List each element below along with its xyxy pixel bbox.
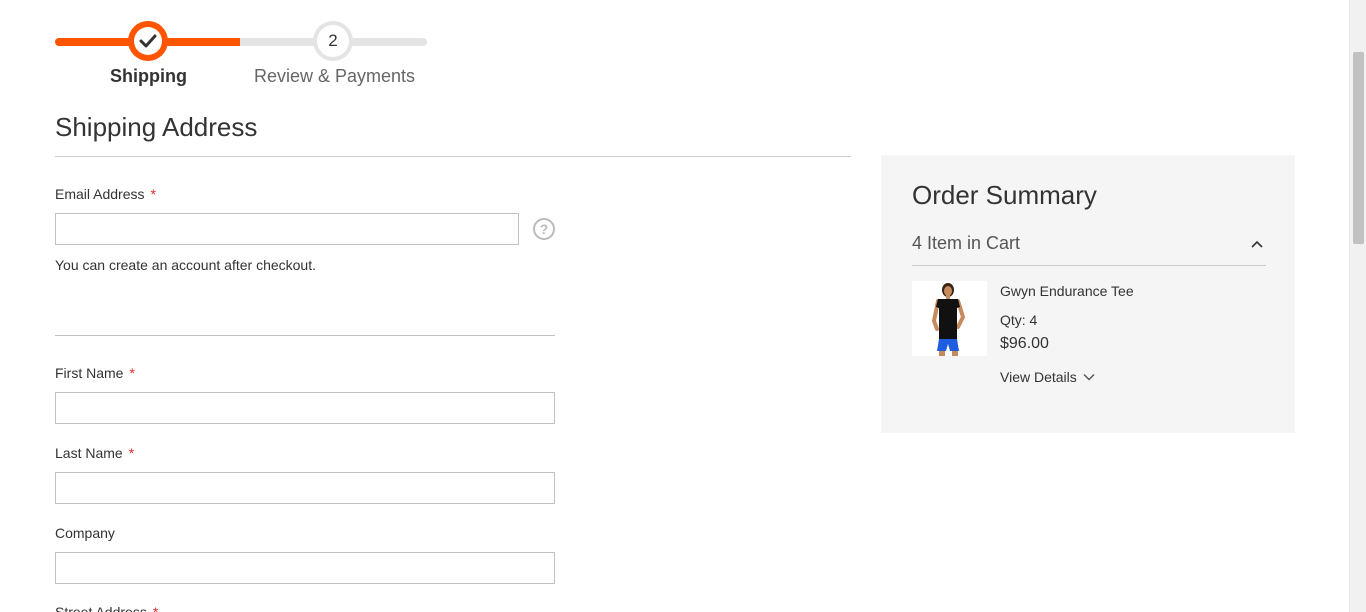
view-details-label: View Details — [1000, 369, 1077, 385]
question-circle-icon[interactable]: ? — [533, 218, 555, 240]
title-divider — [55, 156, 851, 157]
chevron-down-icon — [1083, 374, 1095, 381]
company-field[interactable] — [55, 552, 555, 584]
product-qty: Qty: 4 — [1000, 312, 1038, 328]
step-2-marker: 2 — [313, 21, 353, 61]
product-price: $96.00 — [1000, 335, 1049, 352]
checkout-progress-bar: 2 Shipping Review & Payments — [55, 18, 427, 90]
page-scrollbar[interactable] — [1349, 0, 1366, 612]
company-label: Company — [55, 525, 115, 541]
checkmark-icon — [139, 34, 157, 48]
step-shipping-label[interactable]: Shipping — [110, 66, 187, 87]
last-name-field[interactable] — [55, 472, 555, 504]
last-name-label: Last Name * — [55, 445, 135, 461]
step-review-payments-label: Review & Payments — [254, 66, 416, 86]
product-thumbnail — [912, 281, 987, 356]
email-note: You can create an account after checkout… — [55, 257, 316, 273]
step-2-number: 2 — [317, 25, 349, 57]
first-name-field[interactable] — [55, 392, 555, 424]
scrollbar-thumb[interactable] — [1353, 52, 1364, 244]
order-summary-panel: Order Summary 4 Item in Cart Gwyn Endura… — [881, 155, 1295, 433]
cart-items-toggle[interactable]: 4 Item in Cart — [912, 233, 1266, 266]
cart-count: 4 Item in Cart — [912, 233, 1021, 253]
first-name-label: First Name * — [55, 365, 135, 381]
email-label: Email Address * — [55, 186, 156, 202]
order-summary-title: Order Summary — [912, 180, 1097, 210]
email-field[interactable] — [55, 213, 519, 245]
step-1-complete-marker[interactable] — [128, 21, 168, 61]
shipping-address-title: Shipping Address — [55, 112, 258, 142]
product-name: Gwyn Endurance Tee — [1000, 283, 1134, 299]
form-divider — [55, 335, 555, 336]
view-details-toggle[interactable]: View Details — [1000, 369, 1095, 385]
chevron-up-icon — [1251, 240, 1263, 248]
street-address-label: Street Address * — [55, 604, 159, 612]
